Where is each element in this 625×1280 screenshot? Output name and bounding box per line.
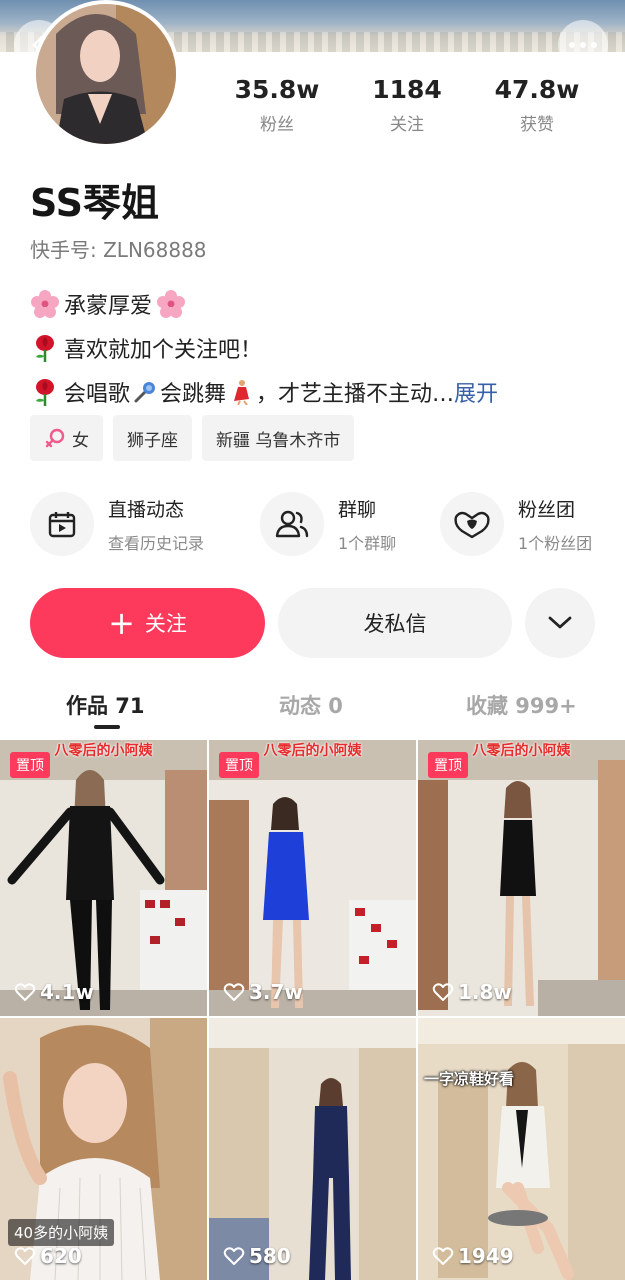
bio-text: 会跳舞 — [160, 382, 227, 407]
pinned-badge: 置顶 — [219, 752, 259, 778]
plus-icon: + — [108, 604, 135, 642]
microphone-icon — [132, 379, 158, 405]
heart-outline-icon — [223, 983, 245, 1001]
gender-label: 女 — [72, 430, 89, 451]
active-tab-indicator — [94, 725, 120, 729]
bio-text: 会唱歌 — [64, 382, 131, 407]
live-history-entry[interactable]: 直播动态 查看历史记录 — [30, 492, 260, 556]
feature-title: 粉丝团 — [518, 498, 576, 521]
expand-recommend-button[interactable] — [525, 588, 595, 658]
profile-page: 35.8w 粉丝 1184 关注 47.8w 获赞 SS琴姐 快手号: ZLN6… — [0, 0, 625, 1280]
stat-value: 1184 — [372, 75, 442, 104]
tab-works[interactable]: 作品 71 — [66, 690, 145, 720]
bio-line: 喜欢就加个关注吧！ — [30, 326, 610, 370]
heart-outline-icon — [432, 983, 454, 1001]
follow-button[interactable]: + 关注 — [30, 588, 265, 658]
tab-favorites[interactable]: 收藏 999+ — [466, 690, 577, 720]
bio-text: ，才艺主播不主动… — [256, 382, 455, 407]
stat-label: 粉丝 — [260, 115, 294, 135]
video-caption: 一字凉鞋好看 — [424, 1070, 515, 1088]
like-count-value: 580 — [249, 1244, 291, 1268]
like-count: 580 — [223, 1244, 291, 1268]
like-count-value: 620 — [40, 1244, 82, 1268]
group-chat-entry[interactable]: 群聊 1个群聊 — [260, 492, 440, 556]
video-thumbnail — [418, 1018, 625, 1280]
bio-text: 喜欢就加个关注吧！ — [64, 338, 263, 363]
like-count-value: 1949 — [458, 1244, 514, 1268]
bio-text: 承蒙厚爱 — [64, 294, 153, 319]
avatar[interactable] — [32, 0, 180, 148]
stat-following[interactable]: 1184 关注 — [342, 74, 472, 135]
like-count-value: 4.1w — [40, 980, 94, 1004]
stat-label: 获赞 — [520, 115, 554, 135]
female-icon — [45, 428, 65, 448]
bio-line: 会唱歌 会跳舞 ，才艺主播不主动… 展开 — [30, 370, 610, 414]
video-caption: 40多的小阿姨 — [8, 1219, 115, 1246]
feature-row: 直播动态 查看历史记录 群聊 1个群聊 粉丝团 1个粉丝团 — [30, 492, 610, 556]
video-card[interactable]: 一字凉鞋好看 1949 — [418, 1018, 625, 1280]
ellipsis-icon — [569, 42, 597, 48]
cherry-blossom-icon — [30, 289, 60, 319]
like-count: 4.1w — [14, 980, 94, 1004]
bio-line: 承蒙厚爱 — [30, 282, 610, 326]
heart-outline-icon — [432, 1247, 454, 1265]
bio[interactable]: 承蒙厚爱 喜欢就加个关注吧！ 会唱歌 会跳舞 ，才艺主播不主动… 展开 — [30, 282, 610, 414]
video-card[interactable]: 580 — [209, 1018, 416, 1280]
like-count: 3.7w — [223, 980, 303, 1004]
feature-subtitle: 查看历史记录 — [108, 533, 205, 553]
expand-link[interactable]: 展开 — [454, 376, 498, 408]
pinned-badge: 置顶 — [428, 752, 468, 778]
location-tag: 新疆 乌鲁木齐市 — [202, 415, 355, 461]
zodiac-tag: 狮子座 — [113, 415, 192, 461]
video-card[interactable]: 八零后的小阿姨 置顶 4.1w — [0, 740, 207, 1016]
video-card[interactable]: 40多的小阿姨 620 — [0, 1018, 207, 1280]
video-card[interactable]: 八零后的小阿姨 置顶 1.8w — [418, 740, 625, 1016]
video-thumbnail — [0, 740, 207, 1016]
follow-label: 关注 — [144, 612, 187, 636]
stat-fans[interactable]: 35.8w 粉丝 — [212, 74, 342, 135]
video-card[interactable]: 八零后的小阿姨 置顶 3.7w — [209, 740, 416, 1016]
nickname: SS琴姐 — [30, 181, 160, 225]
heart-outline-icon — [14, 1247, 36, 1265]
fan-club-entry[interactable]: 粉丝团 1个粉丝团 — [440, 492, 610, 556]
video-grid: 八零后的小阿姨 置顶 4.1w 八零后的小阿姨 置顶 3.7w 八零后的小阿姨 … — [0, 740, 625, 1280]
stat-value: 47.8w — [494, 75, 580, 104]
chevron-down-icon — [548, 616, 572, 629]
video-thumbnail — [209, 1018, 416, 1280]
heart-badge-icon — [440, 492, 504, 556]
feature-subtitle: 1个群聊 — [338, 533, 397, 553]
profile-tags: 女 狮子座 新疆 乌鲁木齐市 — [30, 415, 355, 461]
rose-icon — [30, 377, 60, 407]
pinned-badge: 置顶 — [10, 752, 50, 778]
content-tabs: 作品 71 动态 0 收藏 999+ — [0, 690, 625, 730]
feature-subtitle: 1个粉丝团 — [518, 533, 593, 553]
group-icon — [260, 492, 324, 556]
stat-likes[interactable]: 47.8w 获赞 — [472, 74, 602, 135]
message-button[interactable]: 发私信 — [278, 588, 512, 658]
calendar-play-icon — [30, 492, 94, 556]
rose-icon — [30, 333, 60, 363]
tab-moments[interactable]: 动态 0 — [279, 690, 343, 720]
like-count-value: 1.8w — [458, 980, 512, 1004]
more-options-button[interactable] — [558, 20, 608, 70]
video-thumbnail — [418, 740, 625, 1016]
feature-title: 直播动态 — [108, 498, 185, 521]
video-thumbnail — [209, 740, 416, 1016]
feature-title: 群聊 — [338, 498, 377, 521]
kuaishou-id[interactable]: 快手号: ZLN68888 — [30, 234, 207, 263]
heart-outline-icon — [223, 1247, 245, 1265]
avatar-photo — [36, 4, 176, 144]
like-count: 620 — [14, 1244, 82, 1268]
stat-value: 35.8w — [234, 75, 320, 104]
stat-label: 关注 — [390, 115, 424, 135]
profile-stats: 35.8w 粉丝 1184 关注 47.8w 获赞 — [212, 74, 612, 135]
like-count: 1949 — [432, 1244, 514, 1268]
gender-tag: 女 — [30, 415, 103, 461]
dancer-icon — [228, 379, 254, 405]
like-count-value: 3.7w — [249, 980, 303, 1004]
cherry-blossom-icon — [156, 289, 186, 319]
heart-outline-icon — [14, 983, 36, 1001]
like-count: 1.8w — [432, 980, 512, 1004]
